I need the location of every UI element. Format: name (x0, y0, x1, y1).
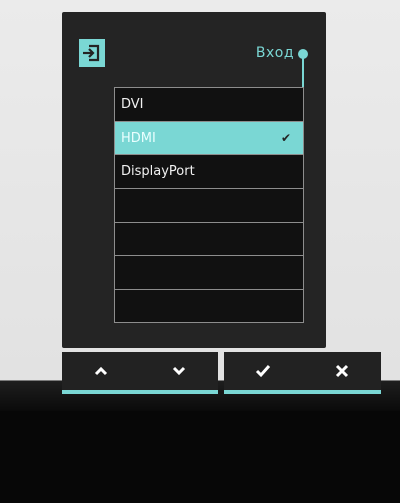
input-option-empty (115, 223, 303, 257)
up-arrow-button[interactable] (62, 352, 140, 390)
input-option-label: DVI (121, 96, 144, 112)
menu-title: Вход (255, 45, 294, 61)
input-option-hdmi[interactable]: HDMI ✔ (115, 121, 303, 156)
chevron-up-icon (94, 366, 108, 376)
selected-check-icon: ✔ (280, 131, 291, 146)
menu-rail-dot (298, 49, 308, 59)
input-option-empty (115, 290, 303, 324)
input-option-displayport[interactable]: DisplayPort (115, 155, 303, 190)
input-source-list: DVI HDMI ✔ DisplayPort (114, 87, 304, 323)
exit-button[interactable] (303, 352, 382, 390)
action-button-group (224, 352, 381, 394)
chevron-down-icon (172, 366, 186, 376)
input-source-icon (79, 39, 105, 67)
osd-menu-panel: Вход DVI HDMI ✔ DisplayPort (62, 12, 326, 348)
input-option-label: DisplayPort (121, 164, 195, 180)
monitor-base (0, 411, 400, 503)
input-option-dvi[interactable]: DVI (115, 88, 303, 122)
navigation-button-group (62, 352, 218, 394)
checkmark-icon (256, 365, 271, 378)
osd-button-bar (62, 352, 381, 394)
confirm-button[interactable] (224, 352, 303, 390)
input-option-empty (115, 189, 303, 223)
input-option-empty (115, 256, 303, 291)
down-arrow-button[interactable] (140, 352, 218, 390)
input-option-label: HDMI (121, 130, 156, 146)
close-icon (335, 364, 348, 378)
